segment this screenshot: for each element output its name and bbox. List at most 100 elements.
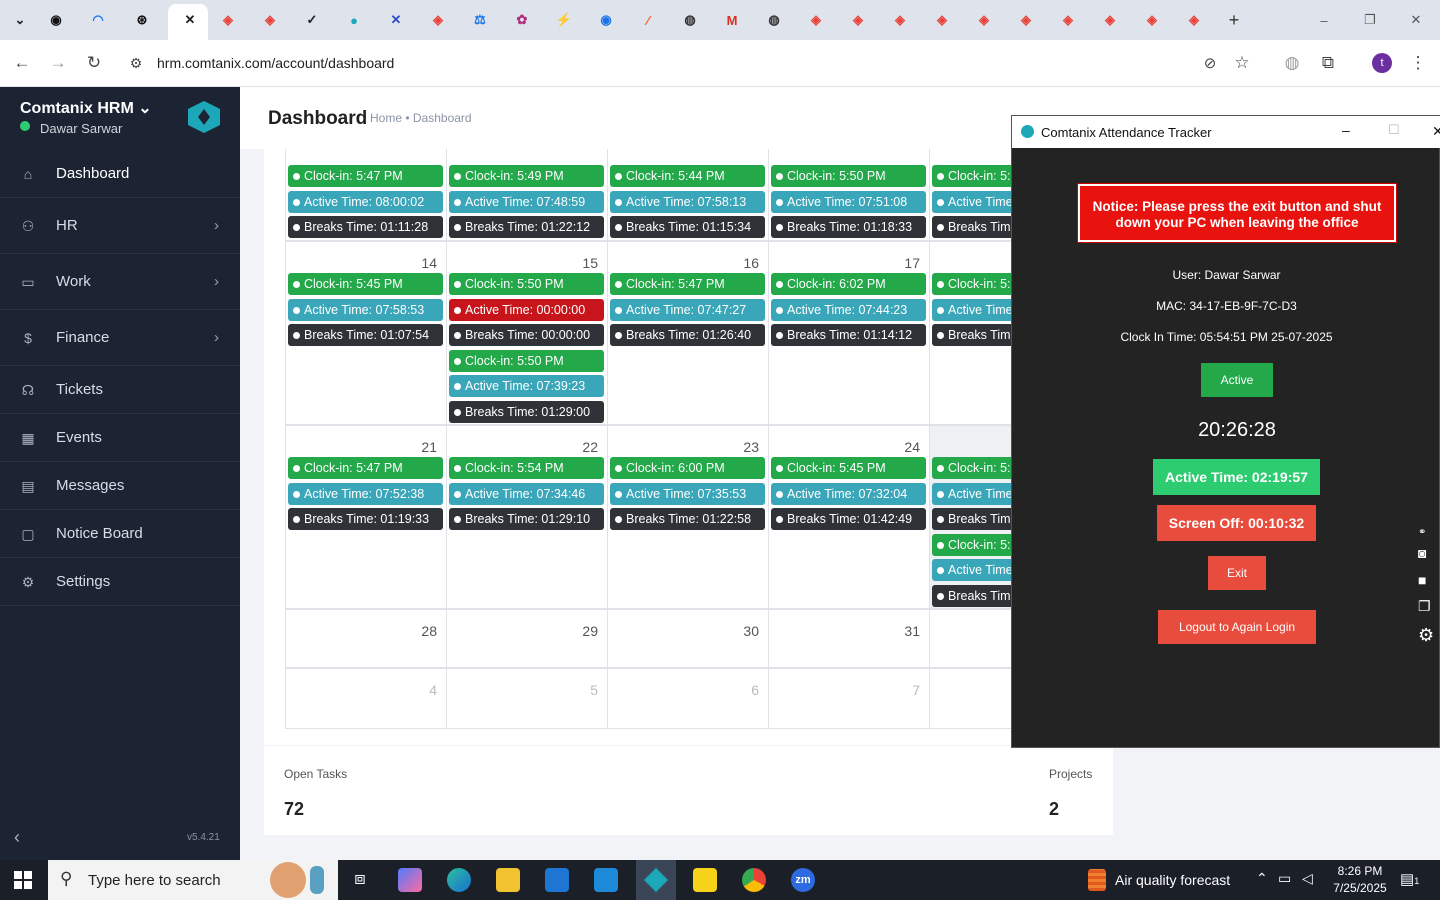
attendance-event[interactable]: Clock-in: 6:02 PM [771,273,926,295]
tab-favicon[interactable]: ◈ [890,10,910,30]
edge-icon[interactable] [447,868,471,892]
attendance-event[interactable]: Active Time: 00:00:00 [449,298,604,321]
tab-favicon[interactable]: ◈ [848,10,868,30]
tab-favicon[interactable]: ◍ [680,10,700,30]
attendance-event[interactable]: Active Time: 07:35:53 [610,482,765,505]
task-view-icon[interactable]: ⧈ [348,868,372,892]
taskbar-search[interactable]: ⚲ Type here to search [48,860,338,900]
tab-favicon[interactable]: ◍ [764,10,784,30]
tab-close-icon[interactable]: ✕ [180,10,200,30]
url-text[interactable]: hrm.comtanix.com/account/dashboard [157,55,394,71]
attendance-event[interactable]: Active Time: 07:48:59 [449,190,604,213]
sidebar-item-dashboard[interactable]: ⌂ Dashboard [0,150,240,198]
tracking-protection-icon[interactable]: ⊘ [1198,51,1222,75]
attendance-event[interactable]: Breaks Time: 01:42:49 [771,508,926,530]
attendance-event[interactable]: Clock-in: 5:45 PM [771,457,926,479]
attendance-event[interactable]: Breaks Time: 01:11:28 [288,216,443,238]
weather-widget[interactable]: Air quality forecast [1115,872,1230,888]
attendance-event[interactable]: Clock-in: 5:47 PM [610,273,765,295]
taskbar-clock[interactable]: 8:26 PM 7/25/2025 [1330,863,1390,897]
tab-favicon[interactable]: ◉ [596,10,616,30]
attendance-event[interactable]: Breaks Time: 01:18:33 [771,216,926,238]
sidebar-item-notice-board[interactable]: ▢ Notice Board [0,510,240,558]
sidebar-item-messages[interactable]: ▤ Messages [0,462,240,510]
attendance-event[interactable]: Breaks Time: 01:22:12 [449,216,604,238]
tab-favicon[interactable]: ◈ [218,10,238,30]
attendance-event[interactable]: Active Time: 07:52:38 [288,482,443,505]
volume-icon[interactable]: ◁ [1302,870,1313,887]
attendance-event[interactable]: Clock-in: 5:49 PM [449,165,604,187]
calendar-day-cell[interactable] [446,668,608,729]
tracker-title-bar[interactable]: Comtanix Attendance Tracker – ☐ ✕ [1012,116,1440,148]
bookmark-star-icon[interactable]: ☆ [1230,51,1254,75]
reload-button[interactable]: ↻ [82,51,106,75]
profile-avatar[interactable]: t [1372,53,1392,73]
chrome-icon[interactable] [742,868,766,892]
tab-favicon[interactable]: ✕ [386,10,406,30]
menu-icon[interactable]: ⋮ [1406,51,1430,75]
tab-favicon[interactable]: ◈ [428,10,448,30]
attendance-event[interactable]: Active Time: 07:34:46 [449,482,604,505]
camera-icon[interactable]: ◙ [1418,545,1438,561]
tracker-close-button[interactable]: ✕ [1432,123,1440,140]
attendance-event[interactable]: Clock-in: 5:47 PM [288,165,443,187]
tab-favicon[interactable]: ◈ [1058,10,1078,30]
translate-icon[interactable]: ◍ [1280,51,1304,75]
tab-favicon[interactable]: ◈ [806,10,826,30]
extensions-icon[interactable]: ⧉ [1316,51,1340,75]
tab-favicon[interactable]: ⊛ [132,10,152,30]
tab-favicon[interactable]: ◈ [1142,10,1162,30]
calendar-day-cell[interactable] [285,668,447,729]
attendance-event[interactable]: Breaks Time: 01:15:34 [610,216,765,238]
attendance-event[interactable]: Clock-in: 5:50 PM [449,349,604,372]
tab-favicon[interactable]: ◈ [974,10,994,30]
back-button[interactable]: ← [10,51,34,75]
attendance-event[interactable]: Active Time: 07:44:23 [771,298,926,321]
tab-favicon[interactable]: ✓ [302,10,322,30]
attendance-event[interactable]: Breaks Time: 01:19:33 [288,508,443,530]
attendance-event[interactable]: Active Time: 07:47:27 [610,298,765,321]
tab-favicon[interactable]: ◈ [1100,10,1120,30]
attendance-event[interactable]: Clock-in: 5:45 PM [288,273,443,295]
tab-favicon[interactable]: ◠ [88,10,108,30]
attendance-event[interactable]: Breaks Time: 01:07:54 [288,324,443,346]
window-stack-icon[interactable]: ❐ [1418,598,1438,614]
open-tasks-value[interactable]: 72 [284,799,304,820]
tab-favicon[interactable]: ● [344,10,364,30]
attendance-event[interactable]: Breaks Time: 01:14:12 [771,324,926,346]
tray-chevron-up-icon[interactable]: ⌃ [1256,870,1268,887]
attendance-event[interactable]: Clock-in: 5:54 PM [449,457,604,479]
tab-favicon[interactable]: ◈ [1016,10,1036,30]
sidebar-item-work[interactable]: ▭ Work › [0,254,240,310]
sidebar-item-tickets[interactable]: ☊ Tickets [0,366,240,414]
sidebar-item-events[interactable]: ▦ Events [0,414,240,462]
tab-favicon[interactable]: ✿ [512,10,532,30]
attendance-event[interactable]: Clock-in: 5:47 PM [288,457,443,479]
minimize-window-button[interactable]: – [1314,10,1334,30]
sidebar-item-finance[interactable]: $ Finance › [0,310,240,366]
mail-icon[interactable] [594,868,618,892]
restore-window-button[interactable]: ❐ [1360,10,1380,30]
attendance-event[interactable]: Active Time: 08:00:02 [288,190,443,213]
brand-name[interactable]: Comtanix HRM ⌄ [20,98,152,118]
tab-favicon[interactable]: ⚖ [470,10,490,30]
attendance-event[interactable]: Active Time: 07:32:04 [771,482,926,505]
projects-value[interactable]: 2 [1049,799,1059,820]
tab-favicon[interactable]: ⁄ [638,10,658,30]
tab-favicon[interactable]: ⚡ [554,10,574,30]
copilot-icon[interactable] [398,868,422,892]
breadcrumb[interactable]: Home • Dashboard [370,111,472,125]
attendance-event[interactable]: Breaks Time: 01:29:10 [449,508,604,530]
attendance-event[interactable]: Active Time: 07:58:13 [610,190,765,213]
calendar-day-cell[interactable] [768,668,930,729]
tracker-minimize-button[interactable]: – [1342,122,1350,138]
attendance-event[interactable]: Breaks Time: 01:29:00 [449,400,604,423]
notification-icon[interactable]: ▤1 [1400,870,1419,888]
attendance-event[interactable]: Active Time: 07:58:53 [288,298,443,321]
file-explorer-icon[interactable] [496,868,520,892]
sidebar-item-settings[interactable]: ⚙ Settings [0,558,240,606]
new-tab-button[interactable]: + [1224,10,1244,30]
store-icon[interactable] [545,868,569,892]
tab-favicon[interactable]: ◈ [932,10,952,30]
attendance-event[interactable]: Active Time: 07:39:23 [449,375,604,397]
